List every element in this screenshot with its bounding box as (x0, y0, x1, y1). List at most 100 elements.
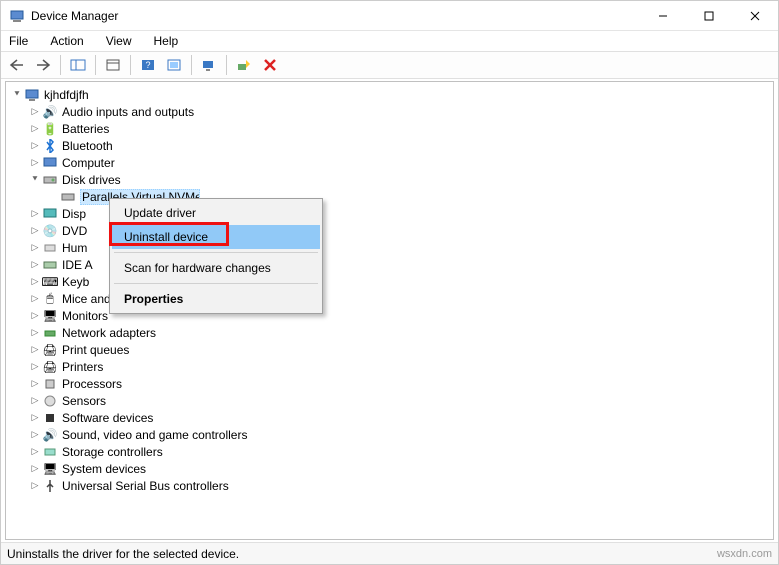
expand-icon[interactable]: ▷ (28, 326, 42, 340)
computer-icon (42, 155, 58, 171)
tree-label: Batteries (62, 122, 109, 136)
expand-icon[interactable]: ▷ (28, 462, 42, 476)
tree-label: Monitors (62, 309, 108, 323)
expand-icon[interactable]: ▷ (28, 394, 42, 408)
expand-icon[interactable]: ▷ (28, 309, 42, 323)
system-icon: 🖥 (42, 461, 58, 477)
expand-icon[interactable]: ▷ (28, 275, 42, 289)
tree-label: Software devices (62, 411, 153, 425)
tree-processors[interactable]: ▷ Processors (10, 375, 773, 392)
expand-icon[interactable]: ▷ (28, 139, 42, 153)
tree-batteries[interactable]: ▷ 🔋 Batteries (10, 120, 773, 137)
ctx-properties[interactable]: Properties (112, 287, 320, 311)
app-icon (9, 8, 25, 24)
back-button[interactable] (5, 54, 29, 76)
network-icon (42, 325, 58, 341)
tree-printq[interactable]: ▷ 🖨 Print queues (10, 341, 773, 358)
forward-button[interactable] (31, 54, 55, 76)
battery-icon: 🔋 (42, 121, 58, 137)
tree-label: Sensors (62, 394, 106, 408)
tree-label: Storage controllers (62, 445, 163, 459)
tree-computer[interactable]: ▷ Computer (10, 154, 773, 171)
ide-icon (42, 257, 58, 273)
tree-system[interactable]: ▷ 🖥 System devices (10, 460, 773, 477)
help-button[interactable]: ? (136, 54, 160, 76)
expand-icon[interactable]: ▷ (28, 343, 42, 357)
update-driver-button[interactable] (232, 54, 256, 76)
tree-root[interactable]: ⯆ kjhdfdjfh (10, 86, 773, 103)
menu-file[interactable]: File (5, 32, 32, 50)
tree-label: Sound, video and game controllers (62, 428, 247, 442)
tree-network[interactable]: ▷ Network adapters (10, 324, 773, 341)
software-icon (42, 410, 58, 426)
storage-icon (42, 444, 58, 460)
tree-label: Printers (62, 360, 103, 374)
expand-icon[interactable]: ▷ (28, 411, 42, 425)
expand-icon[interactable]: ▷ (28, 224, 42, 238)
expand-icon[interactable]: ▷ (28, 360, 42, 374)
collapse-icon[interactable]: ⯆ (10, 88, 24, 102)
tree-label: Print queues (62, 343, 129, 357)
tree-label: Processors (62, 377, 122, 391)
status-text: Uninstalls the driver for the selected d… (7, 547, 239, 561)
tree-label: DVD (62, 224, 87, 238)
action-button[interactable] (162, 54, 186, 76)
keyboard-icon: ⌨ (42, 274, 58, 290)
scan-hardware-button[interactable] (197, 54, 221, 76)
expand-icon[interactable]: ▷ (28, 445, 42, 459)
properties-button[interactable] (101, 54, 125, 76)
tree-usb[interactable]: ▷ Universal Serial Bus controllers (10, 477, 773, 494)
tree-printers[interactable]: ▷ 🖨 Printers (10, 358, 773, 375)
printer-icon: 🖨 (42, 359, 58, 375)
expand-icon[interactable]: ▷ (28, 479, 42, 493)
expand-icon[interactable]: ▷ (28, 292, 42, 306)
disk-icon (60, 189, 76, 205)
tree-label: kjhdfdjfh (44, 88, 89, 102)
tree-label: Disp (62, 207, 86, 221)
tree-label: Keyb (62, 275, 89, 289)
toolbar-separator (130, 55, 131, 75)
svg-text:?: ? (145, 60, 150, 70)
tree-audio[interactable]: ▷ 🔊 Audio inputs and outputs (10, 103, 773, 120)
audio-icon: 🔊 (42, 104, 58, 120)
watermark: wsxdn.com (717, 548, 772, 560)
tree-bluetooth[interactable]: ▷ Bluetooth (10, 137, 773, 154)
close-button[interactable] (732, 1, 778, 31)
uninstall-button[interactable] (258, 54, 282, 76)
collapse-icon[interactable]: ⯆ (28, 173, 42, 187)
menu-view[interactable]: View (102, 32, 136, 50)
sound-icon: 🔊 (42, 427, 58, 443)
expand-icon[interactable]: ▷ (28, 105, 42, 119)
ctx-update-driver[interactable]: Update driver (112, 201, 320, 225)
dvd-icon: 💿 (42, 223, 58, 239)
minimize-button[interactable] (640, 1, 686, 31)
disk-icon (42, 172, 58, 188)
maximize-button[interactable] (686, 1, 732, 31)
expand-icon[interactable]: ▷ (28, 156, 42, 170)
menu-help[interactable]: Help (150, 32, 183, 50)
titlebar: Device Manager (1, 1, 778, 31)
tree-sound[interactable]: ▷ 🔊 Sound, video and game controllers (10, 426, 773, 443)
toolbar-separator (95, 55, 96, 75)
expand-icon[interactable]: ▷ (28, 122, 42, 136)
menu-action[interactable]: Action (46, 32, 87, 50)
ctx-uninstall-device[interactable]: Uninstall device (112, 225, 320, 249)
bluetooth-icon (42, 138, 58, 154)
expand-icon[interactable]: ▷ (28, 207, 42, 221)
hid-icon (42, 240, 58, 256)
cpu-icon (42, 376, 58, 392)
tree-sensors[interactable]: ▷ Sensors (10, 392, 773, 409)
tree-software[interactable]: ▷ Software devices (10, 409, 773, 426)
tree-storage[interactable]: ▷ Storage controllers (10, 443, 773, 460)
computer-icon (24, 87, 40, 103)
expand-icon[interactable]: ▷ (28, 377, 42, 391)
statusbar: Uninstalls the driver for the selected d… (1, 542, 778, 564)
toolbar-separator (60, 55, 61, 75)
ctx-scan-hardware[interactable]: Scan for hardware changes (112, 256, 320, 280)
tree-disk-drives[interactable]: ⯆ Disk drives (10, 171, 773, 188)
expand-icon[interactable]: ▷ (28, 241, 42, 255)
expand-icon[interactable]: ▷ (28, 258, 42, 272)
show-hide-tree-button[interactable] (66, 54, 90, 76)
expand-icon[interactable]: ▷ (28, 428, 42, 442)
tree-label: Hum (62, 241, 87, 255)
